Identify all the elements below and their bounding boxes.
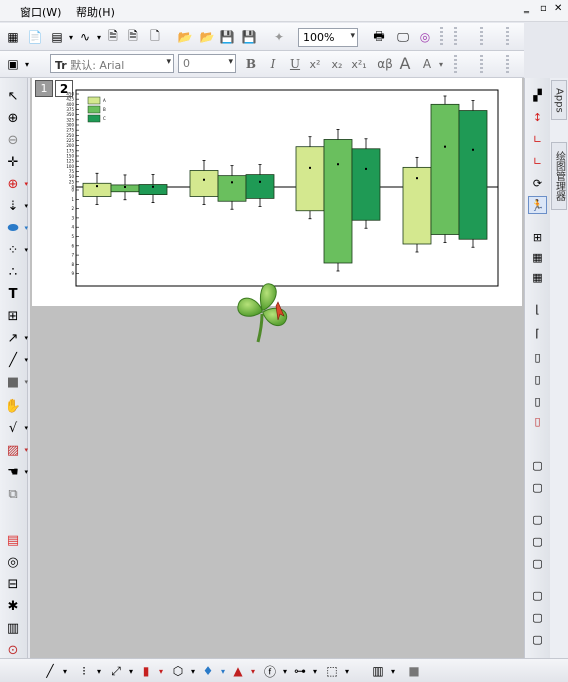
layer-arrange-icon[interactable]: ▞ bbox=[528, 86, 547, 104]
y-tick-label: 4 bbox=[71, 225, 74, 230]
axis-y-icon[interactable]: ∟ bbox=[528, 152, 547, 170]
rescale-icon[interactable]: ↕ bbox=[528, 108, 547, 126]
box-plot-icon[interactable]: ⊶ bbox=[290, 662, 317, 680]
line-plot-icon[interactable]: ╱ bbox=[40, 662, 67, 680]
object-6-icon[interactable]: ▢ bbox=[528, 586, 547, 604]
legend-swatch bbox=[87, 105, 101, 114]
plot-toolbar: ╱ ⁝ ⤢ ▮ ⬡ ♦ ▲ ⓕ ⊶ ⬚ ▥ ■ bbox=[0, 658, 568, 682]
data-marker bbox=[365, 167, 367, 170]
data-marker bbox=[444, 145, 446, 148]
data-marker bbox=[337, 163, 339, 166]
y-tick-label: 8 bbox=[71, 262, 74, 267]
align-top-icon[interactable]: ⌈ bbox=[528, 324, 547, 342]
legend-label: B bbox=[103, 107, 106, 112]
y-tick-label: 0 bbox=[71, 188, 74, 193]
3d-plot-icon[interactable]: ⬡ bbox=[168, 662, 195, 680]
axis-icon[interactable]: ∟ bbox=[528, 130, 547, 148]
data-marker bbox=[472, 148, 474, 151]
data-marker bbox=[231, 181, 233, 184]
object-2-icon[interactable]: ▢ bbox=[528, 478, 547, 496]
data-marker bbox=[309, 166, 311, 169]
runner-icon[interactable]: 🏃 bbox=[528, 196, 547, 214]
scatter-plot-icon[interactable]: ⁝ bbox=[74, 662, 101, 680]
legend-label: C bbox=[103, 116, 106, 121]
statistics-plot-icon[interactable]: ♦ bbox=[198, 662, 225, 680]
object-7-icon[interactable]: ▢ bbox=[528, 608, 547, 626]
bar bbox=[189, 170, 219, 197]
bar bbox=[458, 110, 488, 240]
y-tick-label: 3 bbox=[71, 215, 74, 220]
y-tick-label: 7 bbox=[71, 253, 74, 258]
bar bbox=[323, 139, 353, 264]
bar bbox=[110, 184, 140, 193]
refresh-graph-icon[interactable]: ⟳ bbox=[528, 174, 547, 192]
line-symbol-plot-icon[interactable]: ⤢ bbox=[106, 662, 133, 680]
object-8-icon[interactable]: ▢ bbox=[528, 630, 547, 648]
data-marker bbox=[203, 178, 205, 181]
align-left-icon[interactable]: ⌊ bbox=[528, 300, 547, 318]
layout-1-icon[interactable]: ⊞ bbox=[528, 228, 547, 246]
data-marker bbox=[96, 185, 98, 188]
side-panel-tabs: Apps 绘图管理器 bbox=[550, 78, 568, 658]
area-plot-icon[interactable]: ▲ bbox=[228, 662, 255, 680]
bar bbox=[295, 146, 325, 212]
legend-swatch bbox=[87, 96, 101, 105]
align-right-icon[interactable]: ▯ bbox=[528, 348, 547, 366]
data-marker bbox=[416, 177, 418, 180]
bar bbox=[245, 174, 275, 199]
function-plot-icon[interactable]: ⓕ bbox=[260, 662, 287, 680]
graph-manager-tab[interactable]: 绘图管理器 bbox=[551, 142, 567, 210]
layout-2-icon[interactable]: ▦ bbox=[528, 248, 547, 266]
align-reset-icon[interactable]: ▯ bbox=[528, 412, 547, 430]
cube-plot-icon[interactable]: ⬚ bbox=[322, 662, 349, 680]
align-bottom-icon[interactable]: ▯ bbox=[528, 370, 547, 388]
object-3-icon[interactable]: ▢ bbox=[528, 510, 547, 528]
data-marker bbox=[259, 180, 261, 183]
graph-tools-toolbar: ▞ ↕ ∟ ∟ ⟳ 🏃 ⊞ ▦ ▦ ⌊ ⌈ ▯ ▯ ▯ ▯ ▢ ▢ ▢ ▢ ▢ … bbox=[524, 78, 550, 658]
template-icon[interactable]: ▥ bbox=[368, 662, 395, 680]
data-marker bbox=[124, 185, 126, 188]
legend-swatch bbox=[87, 114, 101, 123]
color-fill-icon[interactable]: ■ bbox=[404, 662, 424, 680]
y-tick-label: 6 bbox=[71, 243, 74, 248]
bar bbox=[351, 148, 381, 221]
column-plot-icon[interactable]: ▮ bbox=[136, 662, 163, 680]
clover-cursor-icon bbox=[237, 283, 288, 343]
bar bbox=[430, 103, 460, 235]
data-marker bbox=[152, 185, 154, 188]
y-tick-label: 9 bbox=[71, 271, 74, 276]
y-tick-label: 2 bbox=[71, 206, 74, 211]
object-1-icon[interactable]: ▢ bbox=[528, 456, 547, 474]
bar bbox=[217, 175, 247, 202]
legend-label: A bbox=[103, 98, 106, 103]
layout-3-icon[interactable]: ▦ bbox=[528, 268, 547, 286]
y-tick-label: 5 bbox=[71, 234, 74, 239]
apps-tab[interactable]: Apps bbox=[551, 80, 567, 120]
align-center-icon[interactable]: ▯ bbox=[528, 392, 547, 410]
y-tick-label: 1 bbox=[71, 197, 74, 202]
object-5-icon[interactable]: ▢ bbox=[528, 554, 547, 572]
object-4-icon[interactable]: ▢ bbox=[528, 532, 547, 550]
